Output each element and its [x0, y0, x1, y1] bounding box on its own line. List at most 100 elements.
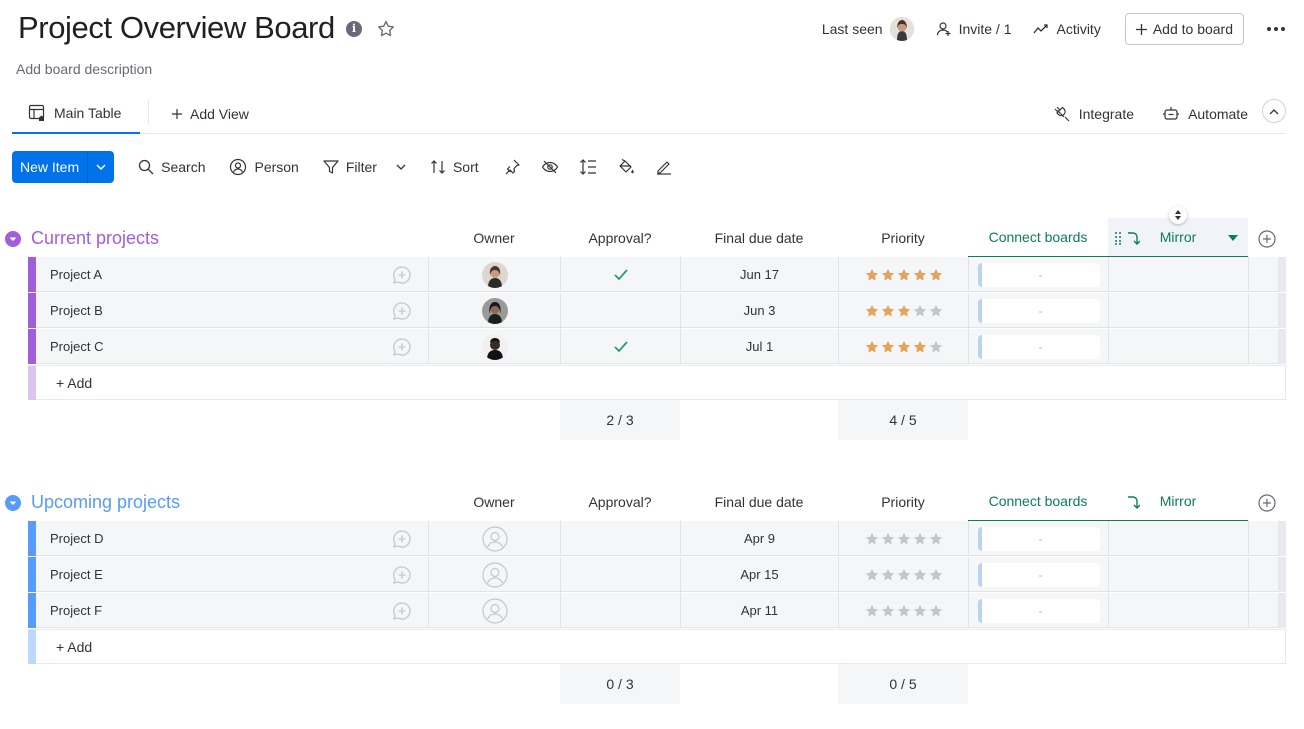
star-filled-icon[interactable] [865, 304, 879, 318]
add-update-icon[interactable] [392, 265, 412, 285]
chevron-down-icon[interactable] [5, 231, 21, 247]
approval-cell[interactable] [560, 293, 680, 328]
star-filled-icon[interactable] [913, 268, 927, 282]
table-row[interactable]: Project B Jun 3 - [28, 293, 1286, 328]
owner-cell[interactable] [428, 293, 560, 328]
chevron-down-icon[interactable] [396, 164, 406, 170]
search-button[interactable]: Search [138, 159, 205, 175]
add-to-board-button[interactable]: Add to board [1124, 13, 1244, 45]
approval-cell[interactable] [560, 557, 680, 592]
row-height-icon[interactable] [579, 158, 597, 176]
approval-cell[interactable] [560, 521, 680, 556]
approval-cell[interactable] [560, 257, 680, 292]
info-icon[interactable]: i [346, 21, 362, 37]
board-description[interactable]: Add board description [16, 61, 152, 77]
connect-boards-box[interactable]: - [977, 262, 1100, 287]
connect-boards-cell[interactable]: - [968, 521, 1108, 556]
column-header-approval[interactable]: Approval? [560, 218, 680, 258]
approval-cell[interactable] [560, 329, 680, 364]
color-fill-icon[interactable] [617, 158, 635, 176]
new-item-label[interactable]: New Item [12, 151, 89, 183]
item-name[interactable]: Project A [50, 257, 102, 292]
connect-boards-box[interactable]: - [977, 562, 1100, 587]
star-empty-icon[interactable] [913, 604, 927, 618]
table-row[interactable]: Project A Jun 17 - [28, 257, 1286, 292]
add-item-row[interactable]: + Add [28, 365, 1286, 400]
due-date-cell[interactable]: Apr 11 [680, 593, 838, 628]
owner-cell[interactable] [428, 593, 560, 628]
priority-rating[interactable] [838, 293, 968, 328]
star-filled-icon[interactable] [913, 340, 927, 354]
column-header-owner[interactable]: Owner [430, 482, 558, 522]
add-view-button[interactable]: Add View [172, 94, 249, 134]
item-name[interactable]: Project D [50, 521, 103, 556]
star-empty-icon[interactable] [897, 604, 911, 618]
star-filled-icon[interactable] [929, 268, 943, 282]
board-title[interactable]: Project Overview Board [18, 10, 335, 46]
empty-person-icon[interactable] [481, 597, 508, 624]
star-filled-icon[interactable] [897, 340, 911, 354]
empty-person-icon[interactable] [481, 525, 508, 552]
add-item-label[interactable]: + Add [56, 630, 92, 664]
star-empty-icon[interactable] [929, 340, 943, 354]
add-item-label[interactable]: + Add [56, 366, 92, 400]
mirror-cell[interactable] [1108, 521, 1248, 556]
mirror-cell[interactable] [1108, 593, 1248, 628]
approval-cell[interactable] [560, 593, 680, 628]
pin-icon[interactable] [503, 158, 521, 176]
star-icon[interactable] [376, 19, 396, 39]
chevron-down-icon[interactable] [88, 151, 114, 183]
connect-boards-box[interactable]: - [977, 598, 1100, 623]
star-filled-icon[interactable] [897, 304, 911, 318]
add-update-icon[interactable] [392, 337, 412, 357]
column-header-approval[interactable]: Approval? [560, 482, 680, 522]
column-header-priority[interactable]: Priority [838, 218, 968, 258]
new-item-button[interactable]: New Item [12, 151, 115, 183]
connect-boards-cell[interactable]: - [968, 293, 1108, 328]
integrate-button[interactable]: Integrate [1053, 94, 1134, 134]
column-header-priority[interactable]: Priority [838, 482, 968, 522]
table-row[interactable]: Project D Apr 9 - [28, 521, 1286, 556]
owner-cell[interactable] [428, 521, 560, 556]
more-options-icon[interactable] [1266, 26, 1286, 32]
connect-boards-box[interactable]: - [977, 334, 1100, 359]
star-empty-icon[interactable] [929, 568, 943, 582]
table-row[interactable]: Project E Apr 15 - [28, 557, 1286, 592]
priority-rating[interactable] [838, 557, 968, 592]
invite-button[interactable]: Invite / 1 [936, 21, 1011, 37]
rating-stars[interactable] [865, 304, 943, 318]
sort-button[interactable]: Sort [430, 159, 479, 175]
drag-handle-icon[interactable] [1114, 231, 1122, 245]
star-empty-icon[interactable] [929, 304, 943, 318]
star-filled-icon[interactable] [897, 268, 911, 282]
star-empty-icon[interactable] [881, 568, 895, 582]
column-resize-handle[interactable] [1169, 206, 1187, 224]
column-header-due-date[interactable]: Final due date [680, 218, 838, 258]
star-empty-icon[interactable] [897, 568, 911, 582]
connect-boards-cell[interactable]: - [968, 257, 1108, 292]
due-date-cell[interactable]: Apr 9 [680, 521, 838, 556]
group-title[interactable]: Upcoming projects [31, 492, 180, 513]
star-filled-icon[interactable] [881, 340, 895, 354]
activity-button[interactable]: Activity [1033, 21, 1101, 37]
column-header-owner[interactable]: Owner [430, 218, 558, 258]
add-column-icon[interactable] [1258, 230, 1276, 248]
connect-boards-box[interactable]: - [977, 298, 1100, 323]
last-seen[interactable]: Last seen [822, 17, 914, 41]
star-empty-icon[interactable] [881, 532, 895, 546]
priority-rating[interactable] [838, 329, 968, 364]
empty-person-icon[interactable] [481, 561, 508, 588]
automate-button[interactable]: Automate [1162, 94, 1248, 134]
add-update-icon[interactable] [392, 529, 412, 549]
filter-button[interactable]: Filter [323, 159, 406, 175]
mirror-cell[interactable] [1108, 257, 1248, 292]
column-header-due-date[interactable]: Final due date [680, 482, 838, 522]
table-row[interactable]: Project F Apr 11 - [28, 593, 1286, 628]
star-empty-icon[interactable] [913, 568, 927, 582]
chevron-down-icon[interactable] [5, 495, 21, 511]
mirror-cell[interactable] [1108, 557, 1248, 592]
edit-pen-icon[interactable] [655, 158, 673, 176]
owner-cell[interactable] [428, 257, 560, 292]
add-update-icon[interactable] [392, 601, 412, 621]
add-update-icon[interactable] [392, 565, 412, 585]
